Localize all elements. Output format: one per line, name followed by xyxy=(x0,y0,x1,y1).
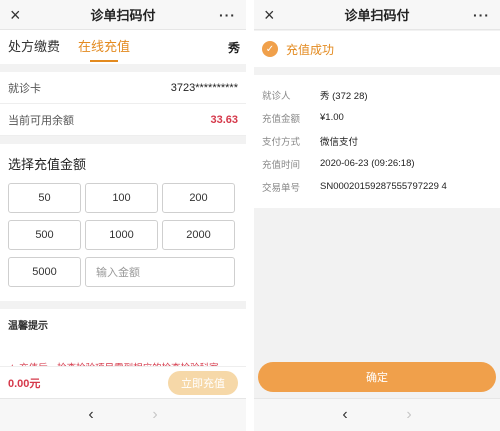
amount-option-500[interactable]: 500 xyxy=(8,220,81,250)
detail-row-time: 充值时间 2020-06-23 (09:26:18) xyxy=(262,152,492,175)
more-options-icon[interactable]: ··· xyxy=(216,0,236,30)
title-bar: × 诊单扫码付 ··· xyxy=(0,0,246,30)
back-arrow-icon[interactable]: ‹ xyxy=(83,406,99,424)
detail-row-amount: 充值金额 ¥1.00 xyxy=(262,106,492,129)
amount-option-1000[interactable]: 1000 xyxy=(85,220,158,250)
amount-section: 选择充值金额 50 100 200 500 1000 2000 5000 输入金… xyxy=(0,144,246,301)
card-row: 就诊卡 3723********** xyxy=(0,72,246,104)
checkout-bar: 0.00元 立即充值 xyxy=(0,366,246,398)
detail-row-patient: 就诊人 秀 (372 28) xyxy=(262,83,492,106)
forward-arrow-icon[interactable]: › xyxy=(147,406,163,424)
balance-value: 33.63 xyxy=(210,113,238,126)
amount-grid: 50 100 200 500 1000 2000 5000 输入金额 xyxy=(8,183,238,287)
total-amount: 0.00元 xyxy=(8,377,41,390)
browser-nav-bar: ‹ › xyxy=(0,398,246,431)
check-icon: ✓ xyxy=(262,41,278,57)
page-title: 诊单扫码付 xyxy=(90,8,156,23)
transaction-details: 就诊人 秀 (372 28) 充值金额 ¥1.00 支付方式 微信支付 充值时间… xyxy=(254,75,500,208)
title-bar: × 诊单扫码付 ··· xyxy=(254,0,500,30)
forward-arrow-icon[interactable]: › xyxy=(401,406,417,424)
amount-option-50[interactable]: 50 xyxy=(8,183,81,213)
amount-option-2000[interactable]: 2000 xyxy=(162,220,235,250)
page-title: 诊单扫码付 xyxy=(344,8,410,23)
close-icon[interactable]: × xyxy=(264,0,284,30)
success-banner: ✓ 充值成功 xyxy=(254,31,500,67)
detail-row-transaction-id: 交易单号 SN00020159287555797229 4 xyxy=(262,175,492,198)
balance-row: 当前可用余额 33.63 xyxy=(0,104,246,136)
tab-bar: 处方缴费 在线充值 秀 xyxy=(0,30,246,64)
detail-label: 充值时间 xyxy=(262,159,301,171)
tab-online-recharge[interactable]: 在线充值 xyxy=(78,30,130,64)
amount-option-100[interactable]: 100 xyxy=(85,183,158,213)
more-options-icon[interactable]: ··· xyxy=(470,0,490,30)
detail-value: 秀 (372 28) xyxy=(320,90,368,102)
detail-label: 支付方式 xyxy=(262,136,301,148)
detail-value: 2020-06-23 (09:26:18) xyxy=(320,158,415,169)
back-arrow-icon[interactable]: ‹ xyxy=(337,406,353,424)
card-label: 就诊卡 xyxy=(8,82,41,95)
card-info: 就诊卡 3723********** 当前可用余额 33.63 xyxy=(0,72,246,136)
amount-option-200[interactable]: 200 xyxy=(162,183,235,213)
amount-section-title: 选择充值金额 xyxy=(8,157,87,172)
detail-value: SN00020159287555797229 4 xyxy=(320,181,447,192)
detail-label: 交易单号 xyxy=(262,182,301,194)
detail-label: 就诊人 xyxy=(262,90,291,102)
recharge-now-button[interactable]: 立即充值 xyxy=(168,370,238,395)
balance-label: 当前可用余额 xyxy=(8,114,74,127)
tab-edge-text: 秀 xyxy=(227,40,240,55)
browser-nav-bar: ‹ › xyxy=(254,398,500,431)
detail-label: 充值金额 xyxy=(262,113,301,125)
custom-amount-input[interactable]: 输入金额 xyxy=(85,257,235,287)
tips-title: 温馨提示 xyxy=(8,321,48,332)
recharge-success-screen: × 诊单扫码付 ··· ✓ 充值成功 就诊人 秀 (372 28) 充值金额 ¥… xyxy=(254,0,500,431)
tab-prescription-payment[interactable]: 处方缴费 xyxy=(8,30,60,64)
detail-row-payment-method: 支付方式 微信支付 xyxy=(262,129,492,152)
detail-value: 微信支付 xyxy=(320,136,359,148)
close-icon[interactable]: × xyxy=(10,0,30,30)
confirm-button[interactable]: 确定 xyxy=(258,362,496,392)
amount-option-5000[interactable]: 5000 xyxy=(8,257,81,287)
card-number: 3723********** xyxy=(170,81,238,94)
success-text: 充值成功 xyxy=(286,42,335,57)
recharge-screen: × 诊单扫码付 ··· 处方缴费 在线充值 秀 就诊卡 3723********… xyxy=(0,0,246,431)
detail-value: ¥1.00 xyxy=(320,112,344,123)
